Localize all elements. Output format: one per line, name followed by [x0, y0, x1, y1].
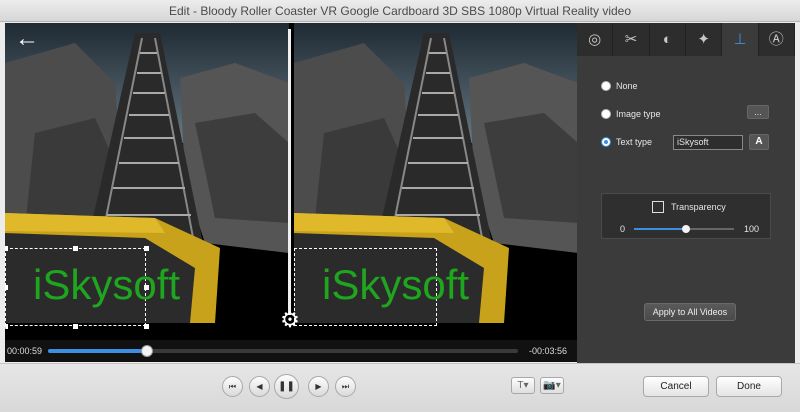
watermark-text-preview: iSkysoft	[322, 261, 470, 308]
video-preview[interactable]: iSkysoft iSkysoft ⚙ ←	[5, 23, 577, 340]
transparency-min: 0	[620, 224, 626, 234]
watermark-text-input[interactable]: iSkysoft	[673, 135, 743, 150]
font-settings-button[interactable]: A	[749, 134, 769, 150]
eye-divider	[288, 29, 291, 315]
subtitle-icon[interactable]: Ⓐ	[759, 23, 795, 56]
transparency-slider[interactable]	[634, 225, 734, 233]
transparency-max: 100	[744, 224, 760, 234]
resize-handle[interactable]	[144, 246, 149, 251]
left-eye-view: iSkysoft	[5, 23, 289, 340]
image-type-radio[interactable]	[601, 109, 611, 119]
resize-handle[interactable]	[73, 324, 78, 329]
option-none[interactable]: None	[601, 81, 638, 91]
right-eye-view: iSkysoft	[294, 23, 577, 340]
resize-handle[interactable]	[5, 324, 8, 329]
apply-to-all-button[interactable]: Apply to All Videos	[644, 303, 736, 321]
skip-forward-icon[interactable]: ⏭	[335, 376, 356, 397]
bottom-toolbar: ⏮ ◀ ❚❚ ▶ ⏭ T▾ 📷▾ Cancel Done	[0, 363, 800, 412]
none-label: None	[616, 81, 638, 91]
effects-icon[interactable]: ✦	[686, 23, 723, 56]
transparency-fill	[634, 228, 686, 230]
cancel-button[interactable]: Cancel	[643, 376, 709, 397]
step-back-icon[interactable]: ◀	[249, 376, 270, 397]
transparency-icon	[652, 201, 664, 213]
panel-tabs: ◎ ✂ ◐ ✦ ⊥ Ⓐ	[577, 23, 795, 56]
pause-icon[interactable]: ❚❚	[274, 374, 299, 399]
resize-handle[interactable]	[5, 246, 8, 251]
crop-icon[interactable]: ✂	[613, 23, 650, 56]
seek-track[interactable]	[48, 345, 518, 357]
remaining-time: -00:03:56	[528, 346, 567, 356]
option-text[interactable]: Text type	[601, 137, 652, 147]
transparency-label: Transparency	[671, 202, 726, 212]
adjust-icon[interactable]: ◐	[650, 23, 686, 56]
image-type-label: Image type	[616, 109, 661, 119]
gear-icon[interactable]: ⚙	[279, 309, 301, 331]
text-type-label: Text type	[616, 137, 653, 147]
transparency-handle[interactable]	[682, 225, 690, 233]
3d-glasses-icon[interactable]: ◎	[577, 23, 614, 56]
watermark-text[interactable]: iSkysoft	[33, 261, 180, 309]
text-tool-icon[interactable]: T▾	[511, 377, 535, 394]
text-type-radio[interactable]	[601, 137, 611, 147]
watermark-icon[interactable]: ⊥	[722, 23, 759, 56]
seek-handle[interactable]	[141, 345, 153, 357]
resize-handle[interactable]	[73, 246, 78, 251]
resize-handle[interactable]	[144, 324, 149, 329]
seek-progress	[48, 349, 147, 353]
camera-icon[interactable]: 📷▾	[540, 377, 564, 394]
browse-image-button[interactable]: ...	[747, 105, 769, 119]
done-button[interactable]: Done	[716, 376, 782, 397]
skip-back-icon[interactable]: ⏮	[222, 376, 243, 397]
step-forward-icon[interactable]: ▶	[308, 376, 329, 397]
time-bar: 00:00:59 -00:03:56	[5, 340, 577, 362]
resize-handle[interactable]	[5, 285, 8, 290]
watermark-panel: ◎ ✂ ◐ ✦ ⊥ Ⓐ None Image type ... Text type iSk…	[577, 23, 795, 363]
option-image[interactable]: Image type	[601, 109, 661, 119]
back-arrow-icon[interactable]: ←	[15, 27, 39, 51]
window-title: Edit - Bloody Roller Coaster VR Google C…	[0, 0, 800, 22]
current-time: 00:00:59	[7, 346, 43, 356]
none-radio[interactable]	[601, 81, 611, 91]
transparency-box: Transparency 0 100	[601, 193, 771, 239]
